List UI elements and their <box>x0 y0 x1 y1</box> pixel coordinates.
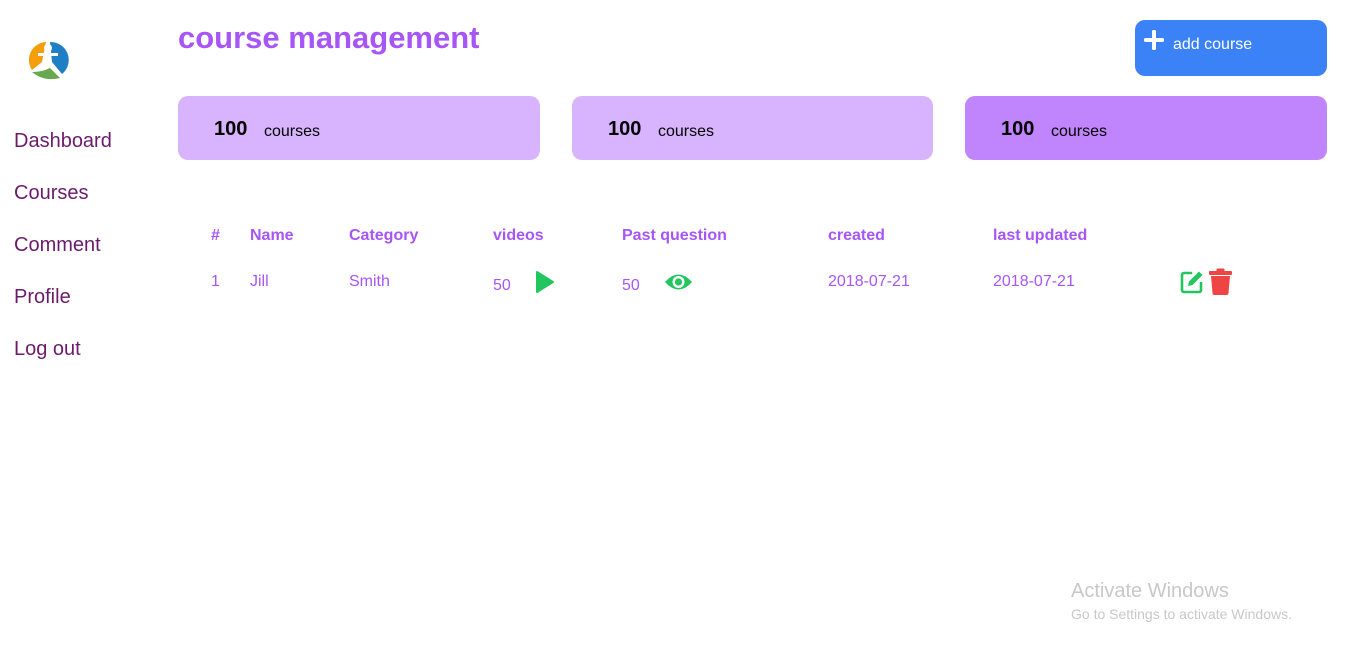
column-header-index: # <box>211 227 220 244</box>
stat-value: 100 <box>608 118 642 140</box>
stat-label: courses <box>1051 123 1108 140</box>
page-title: course management <box>178 20 480 55</box>
person-logo-icon[interactable] <box>24 36 72 84</box>
stat-value: 100 <box>1001 118 1035 140</box>
column-header-last-updated: last updated <box>993 227 1088 244</box>
column-header-name: Name <box>250 227 294 244</box>
activate-windows-title: Activate Windows <box>1071 580 1229 602</box>
sidebar-item-logout[interactable]: Log out <box>14 336 112 388</box>
plus-icon <box>1143 29 1165 51</box>
activate-windows-subtitle: Go to Settings to activate Windows. <box>1071 606 1292 622</box>
play-icon[interactable] <box>535 270 555 299</box>
cell-category: Smith <box>349 273 390 290</box>
add-course-button[interactable]: add course <box>1135 20 1327 76</box>
app-root: Dashboard Courses Comment Profile Log ou… <box>0 0 1347 655</box>
eye-icon[interactable] <box>664 271 693 298</box>
stat-value: 100 <box>214 118 248 140</box>
trash-icon[interactable] <box>1209 268 1232 300</box>
cell-last-updated: 2018-07-21 <box>993 273 1075 290</box>
column-header-videos: videos <box>493 227 544 244</box>
edit-icon[interactable] <box>1179 269 1205 300</box>
sidebar-nav: Dashboard Courses Comment Profile Log ou… <box>14 128 112 388</box>
cell-past-questions: 50 <box>622 277 640 294</box>
column-header-past-question: Past question <box>622 227 727 244</box>
column-header-category: Category <box>349 227 419 244</box>
stat-card: 100 courses <box>965 96 1327 160</box>
cell-index: 1 <box>211 273 220 290</box>
sidebar-item-profile[interactable]: Profile <box>14 284 112 336</box>
stat-label: courses <box>658 123 715 140</box>
sidebar-item-dashboard[interactable]: Dashboard <box>14 128 112 180</box>
cell-created: 2018-07-21 <box>828 273 910 290</box>
sidebar-item-comment[interactable]: Comment <box>14 232 112 284</box>
stat-card: 100 courses <box>572 96 933 160</box>
cell-videos: 50 <box>493 277 511 294</box>
sidebar-item-courses[interactable]: Courses <box>14 180 112 232</box>
cell-name: Jill <box>250 273 269 290</box>
add-course-label: add course <box>1173 36 1253 53</box>
column-header-created: created <box>828 227 885 244</box>
stat-card: 100 courses <box>178 96 540 160</box>
stat-label: courses <box>264 123 321 140</box>
